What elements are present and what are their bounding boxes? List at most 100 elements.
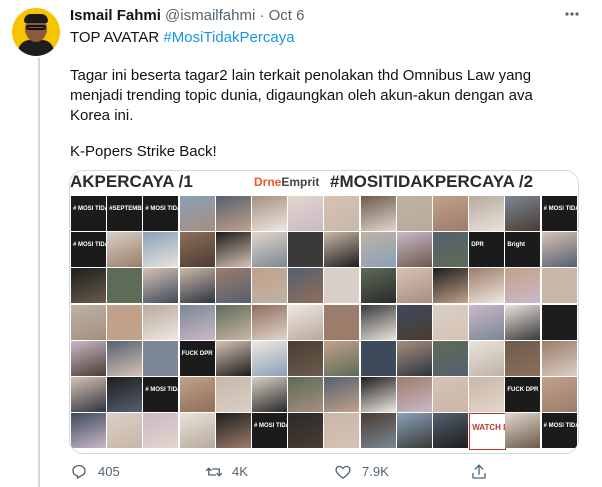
avatar-thumbnail bbox=[215, 340, 251, 376]
avatar-thumbnail: # MOSI TIDAK PERCAYA bbox=[252, 413, 287, 449]
avatar-thumbnail bbox=[396, 340, 432, 376]
avatar-thumbnail bbox=[360, 377, 396, 412]
avatar-thumbnail bbox=[360, 413, 396, 449]
avatar-thumbnail bbox=[71, 340, 106, 376]
avatar-thumbnail bbox=[469, 340, 505, 376]
avatar-thumbnail: WATCH DOC bbox=[469, 413, 507, 451]
avatar-thumbnail bbox=[433, 377, 468, 412]
like-count: 7.9K bbox=[362, 464, 389, 479]
avatar-thumbnail bbox=[433, 232, 468, 268]
drone-emprit-logo: DrneEmprit bbox=[254, 175, 320, 189]
retweet-button[interactable]: 4K bbox=[204, 462, 264, 482]
avatar-thumbnail bbox=[360, 196, 396, 231]
avatar-thumbnail bbox=[541, 268, 577, 304]
line1-prefix: TOP AVATAR bbox=[70, 29, 164, 46]
tweet-actions: 405 4K 7.9K bbox=[70, 462, 580, 482]
heart-icon bbox=[335, 465, 351, 479]
avatar-thumbnail: Bright bbox=[505, 232, 541, 268]
tile-label: #SEPTEMBER bbox=[109, 206, 142, 212]
author-handle[interactable]: @ismailfahmi bbox=[165, 7, 255, 24]
tile-label: FUCK DPR bbox=[507, 387, 539, 393]
avatar-thumbnail bbox=[360, 304, 396, 340]
avatar-thumbnail bbox=[215, 196, 251, 231]
tweet-line-1: TOP AVATAR #MosiTidakPercaya bbox=[70, 28, 295, 48]
avatar-thumbnail bbox=[288, 196, 324, 231]
avatar-thumbnail bbox=[360, 340, 396, 376]
author-name[interactable]: Ismail Fahmi bbox=[70, 7, 161, 24]
like-button[interactable]: 7.9K bbox=[334, 462, 404, 482]
avatar-thumbnail bbox=[396, 377, 432, 412]
avatar-thumbnail bbox=[433, 340, 468, 376]
retweet-icon bbox=[205, 467, 223, 477]
avatar-thumbnail bbox=[252, 377, 287, 412]
avatar-thumbnail bbox=[324, 196, 360, 231]
avatar-thumbnail bbox=[324, 340, 360, 376]
avatar-thumbnail bbox=[288, 340, 324, 376]
reply-button[interactable]: 405 bbox=[70, 462, 130, 482]
avatar-thumbnail bbox=[215, 268, 251, 304]
avatar-grid: # MOSI TIDAK PERCAYA#SEPTEMBER# MOSI TID… bbox=[70, 195, 578, 453]
avatar-thumbnail bbox=[143, 304, 179, 340]
avatar-thumbnail bbox=[396, 268, 432, 304]
tweet-date[interactable]: Oct 6 bbox=[269, 7, 305, 24]
avatar-thumbnail bbox=[143, 232, 179, 268]
media-banner: AKPERCAYA /1 DrneEmprit #MOSITIDAKPERCAY… bbox=[70, 171, 578, 193]
avatar-thumbnail bbox=[215, 377, 251, 412]
tile-label: FUCK DPR bbox=[181, 350, 213, 357]
retweet-count: 4K bbox=[232, 464, 248, 479]
avatar-thumbnail bbox=[288, 268, 324, 304]
avatar-thumbnail: # MOSI TIDAK PERCAYA bbox=[71, 232, 106, 268]
avatar-thumbnail bbox=[179, 413, 215, 449]
avatar-thumbnail bbox=[107, 413, 143, 449]
avatar-thumbnail bbox=[288, 413, 324, 449]
avatar-thumbnail bbox=[71, 304, 106, 340]
tweet-header: Ismail Fahmi @ismailfahmi · Oct 6 bbox=[70, 6, 305, 26]
tile-label: # MOSI TIDAK PERCAYA bbox=[145, 387, 178, 393]
hashtag-link[interactable]: #MosiTidakPercaya bbox=[163, 29, 294, 46]
avatar-thumbnail bbox=[324, 304, 360, 340]
avatar-thumbnail bbox=[433, 304, 468, 340]
avatar-thumbnail: FUCK DPR bbox=[505, 377, 541, 412]
avatar-thumbnail: # MOSI TIDAK PERCAYA bbox=[71, 196, 106, 231]
banner-left-text: AKPERCAYA /1 bbox=[70, 172, 193, 191]
avatar-thumbnail bbox=[179, 304, 215, 340]
avatar-thumbnail: FUCK DPR bbox=[179, 340, 215, 376]
avatar-thumbnail bbox=[360, 268, 396, 304]
avatar-thumbnail bbox=[469, 196, 505, 231]
avatar-thumbnail bbox=[107, 340, 143, 376]
avatar-thumbnail bbox=[252, 232, 287, 268]
avatar-thumbnail: DPR bbox=[469, 232, 505, 268]
avatar-thumbnail bbox=[324, 268, 360, 304]
thread-line bbox=[38, 58, 40, 487]
tweet-paragraph-2: K-Popers Strike Back! bbox=[70, 143, 217, 160]
avatar-thumbnail bbox=[433, 413, 468, 449]
tweet-paragraph-1: Tagar ini beserta tagar2 lain terkait pe… bbox=[70, 67, 533, 124]
avatar-thumbnail: # MOSI TIDAK PERCAYA bbox=[143, 377, 179, 412]
avatar-thumbnail bbox=[215, 304, 251, 340]
avatar-thumbnail bbox=[396, 232, 432, 268]
avatar-thumbnail bbox=[107, 268, 143, 304]
avatar-thumbnail: # MOSI TIDAK PERCAYA bbox=[541, 413, 577, 449]
avatar-thumbnail bbox=[505, 196, 541, 231]
avatar-thumbnail: #SEPTEMBER bbox=[107, 196, 143, 231]
share-button[interactable] bbox=[470, 462, 490, 482]
avatar-thumbnail bbox=[215, 413, 251, 449]
avatar-thumbnail bbox=[469, 268, 505, 304]
tile-label: # MOSI TIDAK PERCAYA bbox=[145, 206, 178, 212]
tile-label: WATCH DOC bbox=[472, 423, 505, 433]
more-options-icon[interactable] bbox=[558, 4, 586, 24]
avatar-thumbnail bbox=[71, 268, 106, 304]
reply-count: 405 bbox=[98, 464, 120, 479]
avatar-thumbnail bbox=[505, 268, 541, 304]
avatar-thumbnail bbox=[541, 340, 577, 376]
avatar-thumbnail bbox=[215, 232, 251, 268]
tile-label: # MOSI TIDAK PERCAYA bbox=[543, 206, 577, 212]
avatar[interactable] bbox=[12, 8, 60, 56]
avatar-thumbnail bbox=[541, 377, 577, 412]
avatar-thumbnail bbox=[107, 304, 143, 340]
avatar-thumbnail bbox=[396, 413, 432, 449]
avatar-thumbnail bbox=[360, 232, 396, 268]
avatar-thumbnail bbox=[288, 304, 324, 340]
tweet-media-image[interactable]: AKPERCAYA /1 DrneEmprit #MOSITIDAKPERCAY… bbox=[69, 170, 579, 454]
avatar-thumbnail bbox=[324, 377, 360, 412]
